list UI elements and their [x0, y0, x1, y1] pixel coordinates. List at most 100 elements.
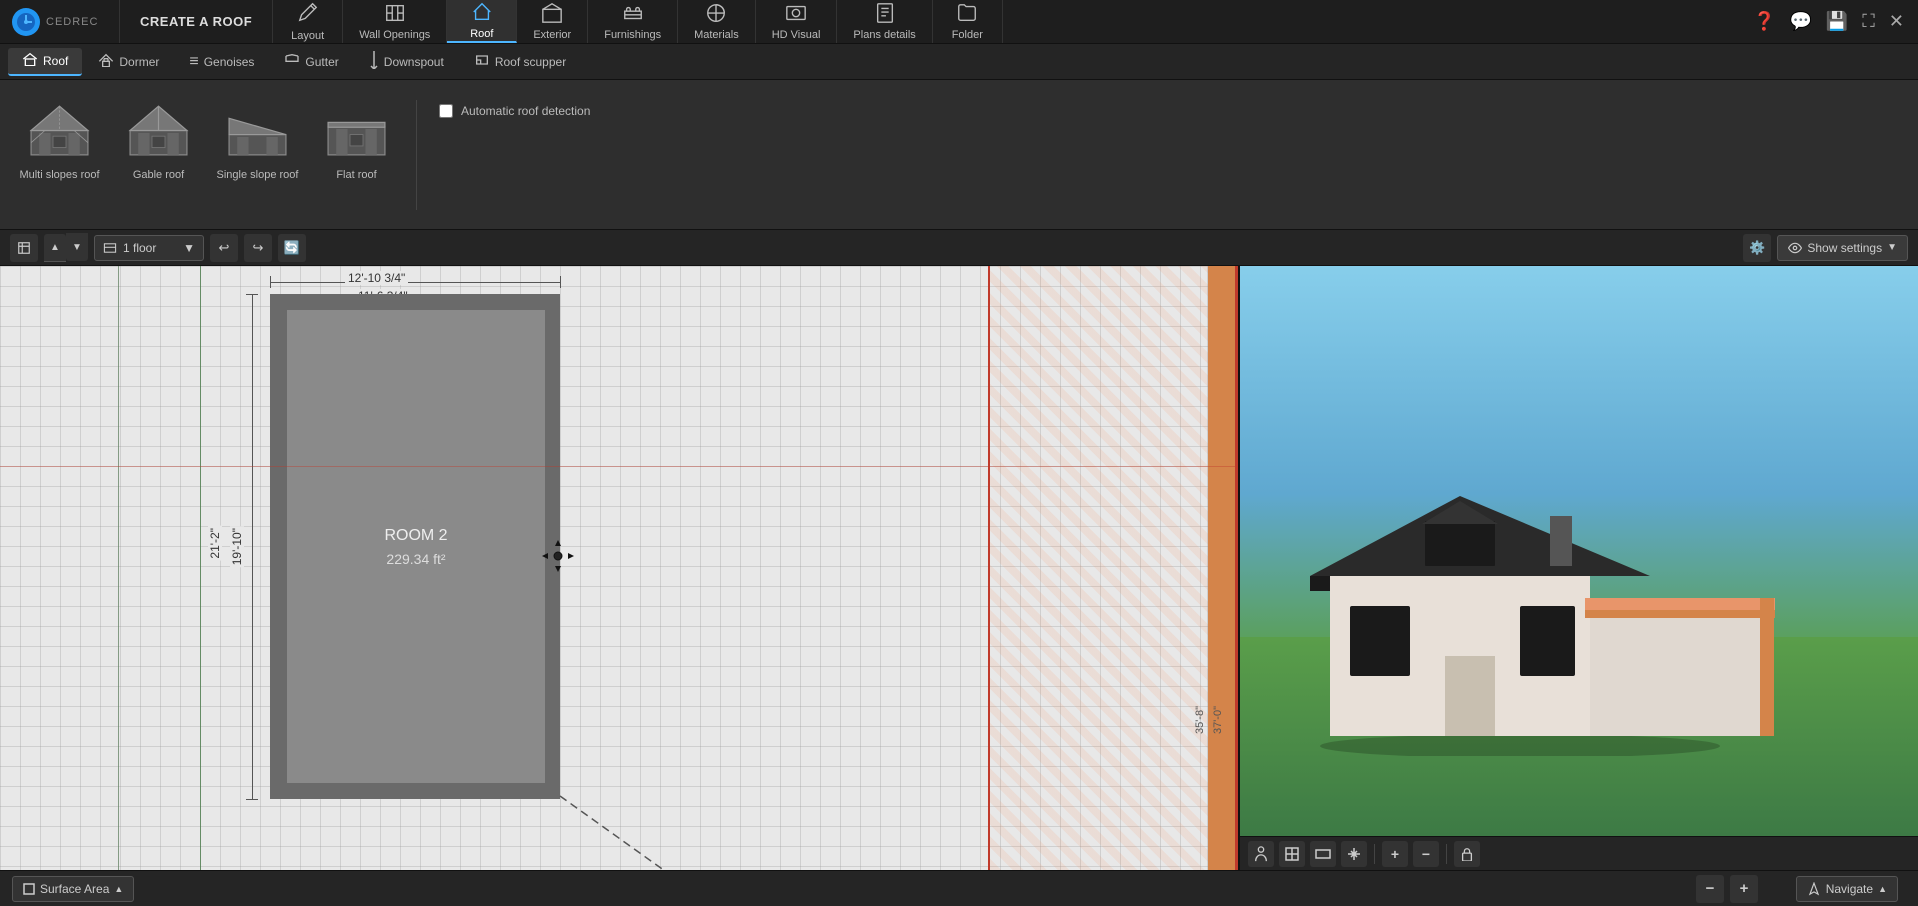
gutter-icon — [284, 53, 300, 70]
dim-top-tick-left — [270, 276, 271, 288]
hd-visual-label: HD Visual — [772, 29, 821, 41]
settings-btn-small[interactable]: ⚙️ — [1743, 234, 1771, 262]
preview-walls-btn[interactable] — [1310, 841, 1336, 867]
wall-openings-icon — [384, 2, 406, 27]
navigate-icon — [1807, 882, 1821, 896]
preview-panel: + − — [1238, 266, 1918, 870]
roof-type-gable[interactable]: Gable roof — [111, 90, 206, 220]
preview-transform-btn[interactable] — [1341, 841, 1367, 867]
room2-area: 229.34 ft² — [386, 551, 445, 567]
roof-scupper-icon — [474, 53, 490, 70]
single-slope-icon — [225, 98, 290, 163]
preview-table-btn[interactable] — [1279, 841, 1305, 867]
exterior-label: Exterior — [533, 29, 571, 41]
materials-label: Materials — [694, 29, 739, 41]
app: CEDREC CREATE A ROOF Layout Wall Opening… — [0, 0, 1918, 906]
eye-icon — [1788, 241, 1802, 255]
canvas-area[interactable]: 12'-10 3/4" 11'-6 3/4" ROOM 2 229.34 ft² — [0, 266, 1238, 870]
reset-view-button[interactable] — [10, 234, 38, 262]
red-right-edge — [1235, 266, 1238, 870]
fullscreen-icon[interactable]: ⛶ — [1862, 11, 1875, 32]
orange-right-strip — [1208, 266, 1238, 870]
materials-icon — [705, 2, 727, 27]
roof-scupper-label: Roof scupper — [495, 55, 566, 69]
nav-tools: Layout Wall Openings Roof — [273, 0, 1739, 43]
logo-area: CEDREC — [0, 0, 120, 43]
roof-type-single-slope[interactable]: Single slope roof — [210, 90, 305, 220]
preview-zoom-out-btn[interactable]: − — [1413, 841, 1439, 867]
nav-tool-hd-visual[interactable]: HD Visual — [756, 0, 838, 43]
genoises-label: Genoises — [204, 55, 255, 69]
undo-btn[interactable]: ↩ — [210, 234, 238, 262]
bottom-bar: Surface Area ▲ − + Navigate ▲ — [0, 870, 1918, 906]
dim-left-label: 21'-2" — [208, 526, 222, 561]
roof-type-multi-slopes[interactable]: Multi slopes roof — [12, 90, 107, 220]
refresh-btn[interactable]: 🔄 — [278, 234, 306, 262]
roof-nav-label: Roof — [470, 28, 493, 40]
gutter-label: Gutter — [305, 55, 338, 69]
flat-roof-label: Flat roof — [336, 169, 376, 181]
auto-detect-label: Automatic roof detection — [461, 104, 590, 118]
nav-tool-plans-details[interactable]: Plans details — [837, 0, 932, 43]
arrow-up-btn[interactable]: ▲ — [44, 234, 66, 262]
nav-tool-wall-openings[interactable]: Wall Openings — [343, 0, 447, 43]
genoises-icon: ≡ — [189, 53, 198, 71]
show-settings-label: Show settings — [1807, 241, 1882, 255]
vertical-line-2 — [200, 266, 201, 870]
nav-tool-roof[interactable]: Roof — [447, 0, 517, 43]
content-area: ▲ ▼ 1 floor ▼ ↩ ↪ 🔄 ⚙️ Show settings ▼ — [0, 230, 1918, 906]
move-handle[interactable] — [536, 534, 580, 578]
toolbar-dormer[interactable]: Dormer — [84, 48, 173, 76]
page-title: CREATE A ROOF — [120, 0, 273, 43]
vertical-line-1 — [118, 266, 119, 870]
surface-area-button[interactable]: Surface Area ▲ — [12, 876, 134, 902]
auto-detect-checkbox[interactable] — [439, 104, 453, 118]
show-settings-button[interactable]: Show settings ▼ — [1777, 235, 1908, 261]
toolbar-downspout[interactable]: Downspout — [355, 48, 458, 76]
nav-tool-exterior[interactable]: Exterior — [517, 0, 588, 43]
logo-text: CEDREC — [46, 16, 98, 28]
navigate-button[interactable]: Navigate ▲ — [1796, 876, 1898, 902]
show-settings-chevron: ▼ — [1887, 242, 1897, 253]
canvas-grid: 12'-10 3/4" 11'-6 3/4" ROOM 2 229.34 ft² — [0, 266, 1238, 870]
house-3d-illustration — [1270, 436, 1890, 756]
nav-tool-materials[interactable]: Materials — [678, 0, 756, 43]
downspout-label: Downspout — [384, 55, 444, 69]
arrow-down-btn[interactable]: ▼ — [66, 233, 88, 261]
nav-tool-layout[interactable]: Layout — [273, 0, 343, 43]
dim-inner-left-label: 19'-10" — [230, 526, 244, 567]
dim-right-outer-label: 37'-0" — [1212, 706, 1224, 734]
floor-selector[interactable]: 1 floor ▼ — [94, 235, 204, 261]
preview-zoom-in-btn[interactable]: + — [1382, 841, 1408, 867]
dim-top-tick-right — [560, 276, 561, 288]
roof-nav-icon — [471, 1, 493, 26]
preview-person-btn[interactable] — [1248, 841, 1274, 867]
canvas-zoom-out-btn[interactable]: − — [1696, 875, 1724, 903]
help-icon[interactable]: ❓ — [1753, 11, 1775, 32]
save-icon[interactable]: 💾 — [1826, 11, 1848, 32]
preview-3d-view[interactable] — [1240, 266, 1918, 836]
gable-icon — [126, 98, 191, 163]
toolbar-genoises[interactable]: ≡ Genoises — [175, 48, 268, 76]
floor-dropdown-arrow: ▼ — [183, 241, 195, 255]
toolbar-gutter[interactable]: Gutter — [270, 48, 352, 76]
folder-icon — [956, 2, 978, 27]
nav-tool-folder[interactable]: Folder — [933, 0, 1003, 43]
roof-selector-row: Multi slopes roof Gable roof Single slop — [0, 80, 1918, 230]
close-icon[interactable]: ✕ — [1889, 11, 1904, 32]
auto-detect-container: Automatic roof detection — [439, 104, 590, 118]
canvas-zoom-in-btn[interactable]: + — [1730, 875, 1758, 903]
separator — [416, 100, 417, 210]
nav-tool-furnishings[interactable]: Furnishings — [588, 0, 678, 43]
toolbar-roof[interactable]: Roof — [8, 48, 82, 76]
folder-label: Folder — [952, 29, 983, 41]
stripe-pattern — [990, 266, 1238, 870]
move-arrows-icon — [538, 536, 578, 576]
roof-toolbar-label: Roof — [43, 54, 68, 68]
preview-lock-btn[interactable] — [1454, 841, 1480, 867]
toolbar-roof-scupper[interactable]: Roof scupper — [460, 48, 580, 76]
redo-btn[interactable]: ↪ — [244, 234, 272, 262]
furnishings-label: Furnishings — [604, 29, 661, 41]
roof-type-flat[interactable]: Flat roof — [309, 90, 404, 220]
chat-icon[interactable]: 💬 — [1789, 11, 1811, 32]
